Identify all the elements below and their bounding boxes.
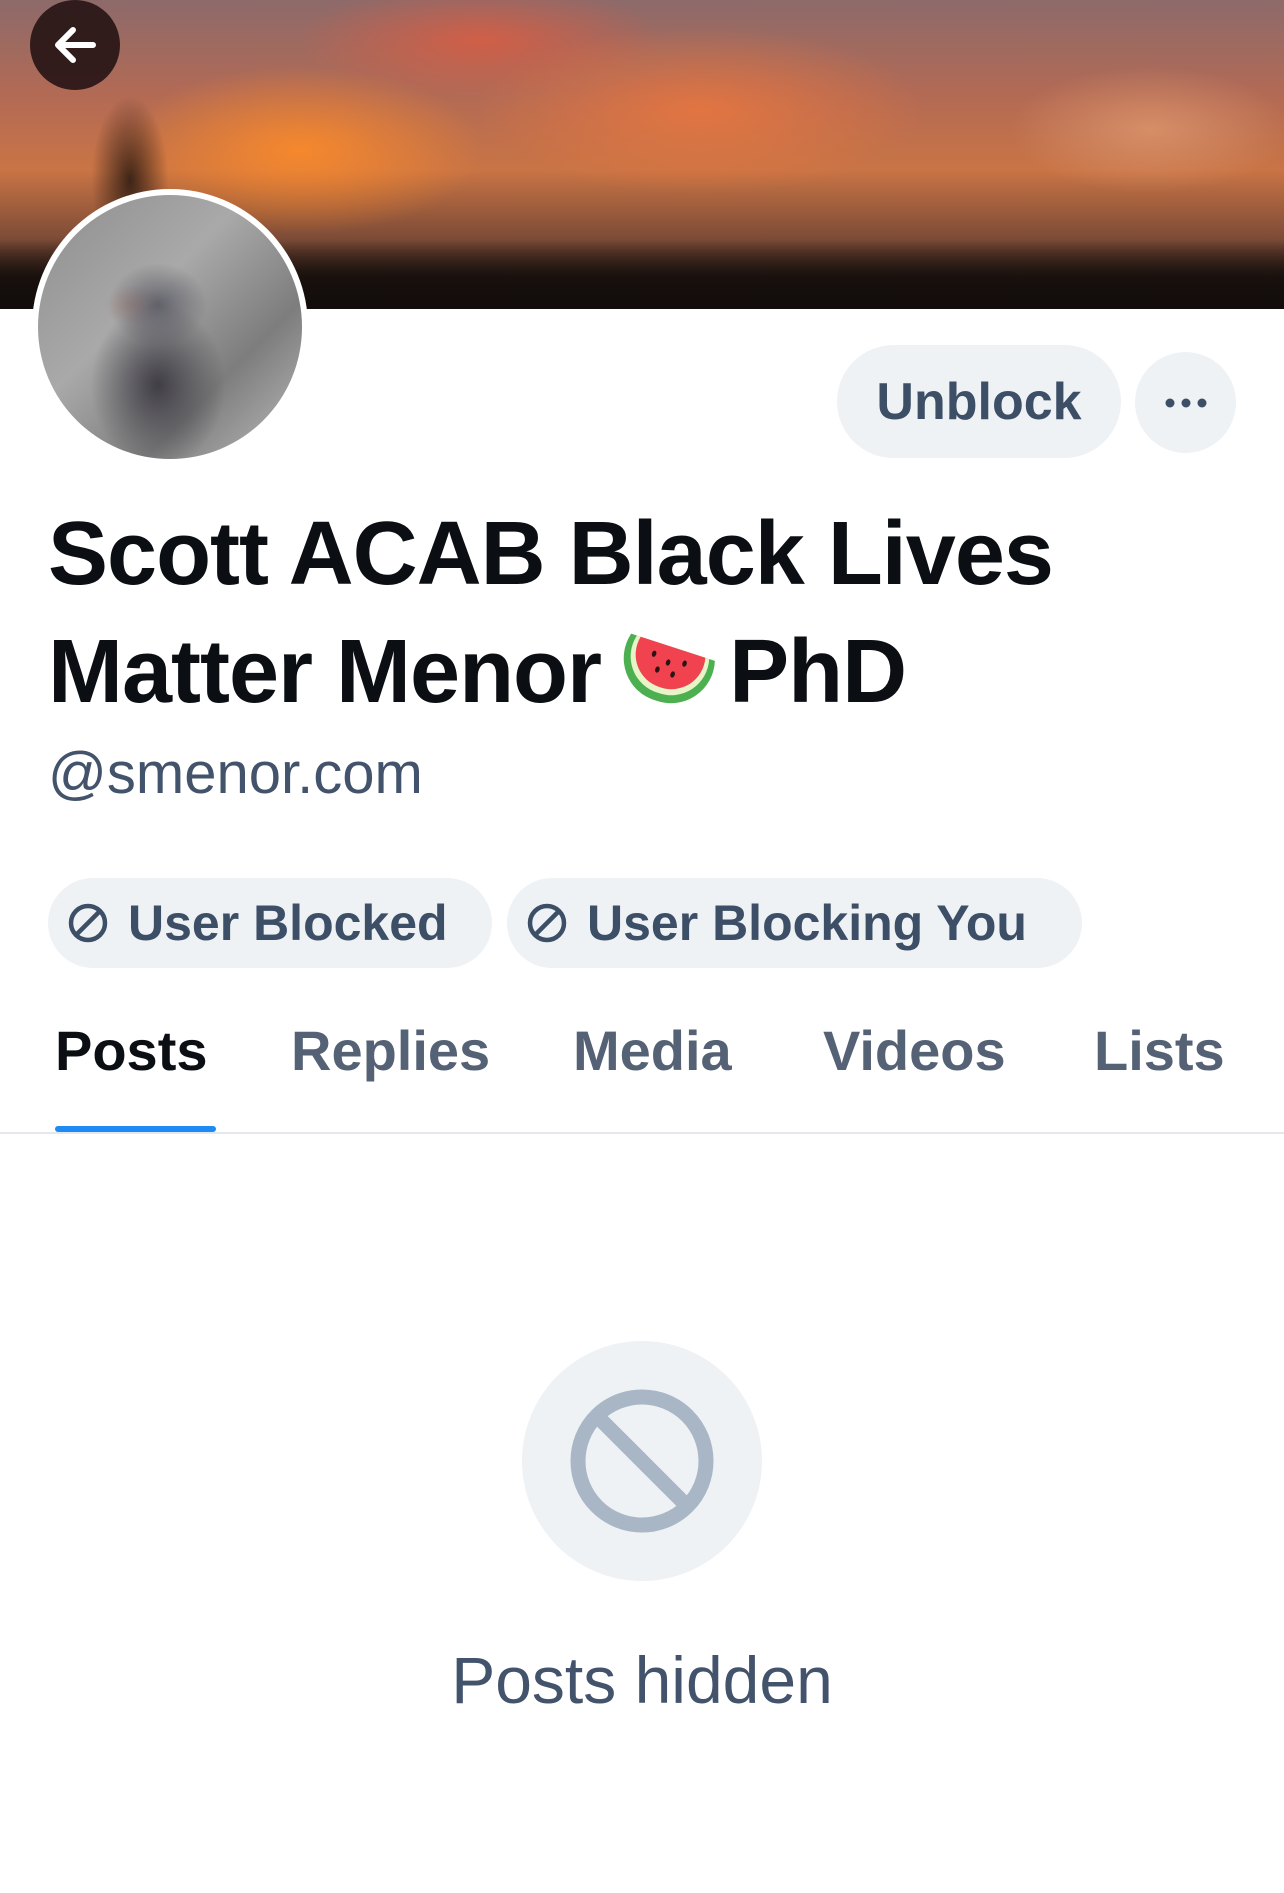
blocked-icon bbox=[570, 1389, 714, 1533]
ellipsis-icon bbox=[1165, 398, 1206, 407]
blocked-icon bbox=[527, 903, 567, 943]
back-button[interactable] bbox=[30, 0, 120, 90]
blocked-icon bbox=[68, 903, 108, 943]
profile-handle: @smenor.com bbox=[48, 741, 423, 806]
arrow-left-icon bbox=[55, 27, 96, 63]
display-name: Scott ACAB Black Lives Matter Menor PhD bbox=[48, 495, 1248, 731]
avatar[interactable] bbox=[32, 189, 308, 465]
more-options-button[interactable] bbox=[1135, 352, 1236, 453]
tab-lists[interactable]: Lists bbox=[1094, 1018, 1225, 1083]
display-name-line-1: Scott ACAB Black Lives bbox=[48, 504, 1054, 604]
tab-media[interactable]: Media bbox=[573, 1018, 732, 1083]
tab-replies[interactable]: Replies bbox=[291, 1018, 490, 1083]
active-tab-indicator bbox=[55, 1126, 216, 1132]
user-blocking-you-label: User Blocking You bbox=[587, 895, 1027, 951]
posts-hidden-badge bbox=[522, 1341, 762, 1581]
display-name-suffix: PhD bbox=[729, 622, 907, 722]
tab-videos[interactable]: Videos bbox=[823, 1018, 1006, 1083]
posts-hidden-message: Posts hidden bbox=[451, 1643, 833, 1717]
user-blocked-badge: User Blocked bbox=[48, 878, 492, 968]
display-name-part: Matter Menor bbox=[48, 622, 602, 722]
watermelon-emoji-icon bbox=[623, 633, 715, 704]
tab-posts[interactable]: Posts bbox=[55, 1018, 208, 1083]
user-blocked-label: User Blocked bbox=[128, 895, 448, 951]
avatar-image bbox=[38, 195, 302, 459]
display-name-line-2: Matter Menor PhD bbox=[48, 613, 1248, 731]
unblock-button[interactable]: Unblock bbox=[837, 345, 1121, 458]
user-blocking-you-badge: User Blocking You bbox=[507, 878, 1082, 968]
profile-tabs: Posts Replies Media Videos Lists bbox=[0, 1000, 1284, 1134]
